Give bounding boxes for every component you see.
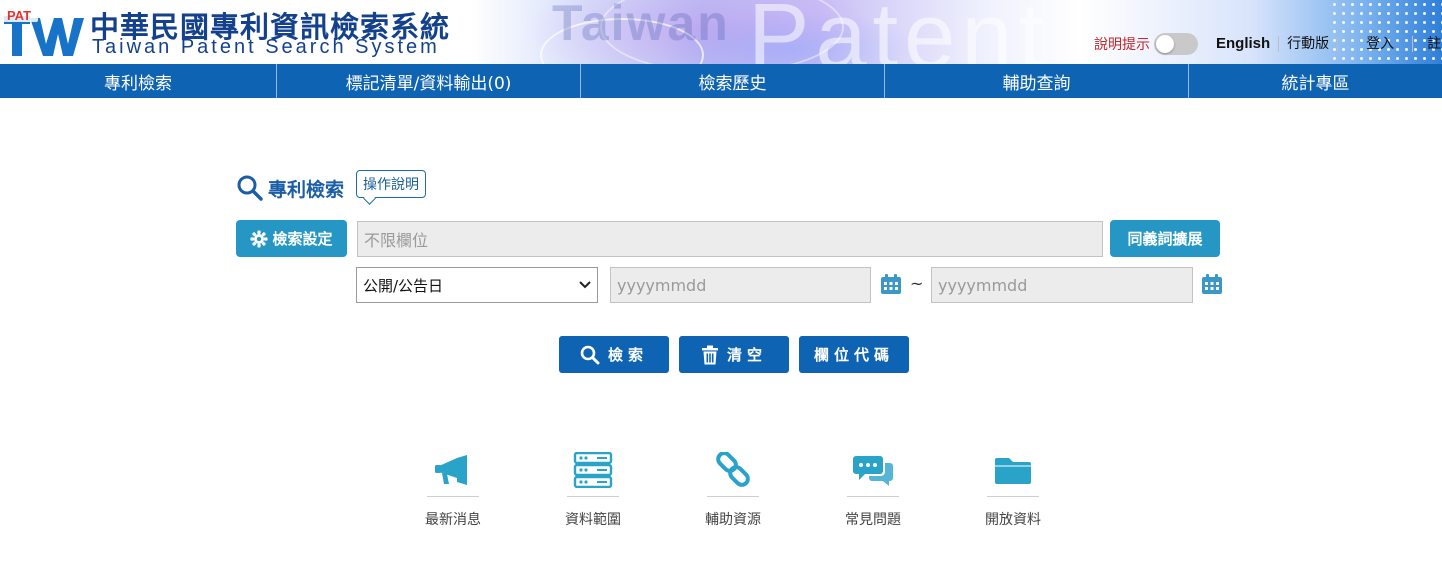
mobile-version-link[interactable]: 行動版 xyxy=(1279,36,1339,52)
toggle-knob xyxy=(1156,35,1174,53)
quick-link-label: 開放資料 xyxy=(985,512,1041,528)
header-banner: Taiwan Patent PAT 中華民國專利資訊檢索系統 Taiwan Pa… xyxy=(0,0,1442,64)
calendar-icon[interactable] xyxy=(1201,273,1223,295)
query-input[interactable]: 不限欄位 xyxy=(357,221,1103,257)
section-title-text: 專利檢索 xyxy=(268,178,345,201)
login-link[interactable]: 登入 xyxy=(1338,36,1414,52)
megaphone-icon xyxy=(435,455,467,485)
search-button[interactable]: 檢索 xyxy=(559,336,669,373)
search-settings-label: 檢索設定 xyxy=(272,230,333,248)
site-logo[interactable]: PAT xyxy=(0,0,84,60)
operation-guide-button[interactable]: 操作說明 xyxy=(356,170,426,198)
quick-link-news[interactable]: 最新消息 xyxy=(413,452,493,529)
search-icon xyxy=(237,175,263,201)
section-title: 專利檢索 xyxy=(236,174,344,202)
main-nav: 專利檢索 標記清單/資料輸出(0) 檢索歷史 輔助查詢 統計專區 xyxy=(0,64,1442,98)
banner-watermark: Taiwan xyxy=(552,0,730,51)
date-from-input[interactable]: yyyymmdd xyxy=(610,267,871,303)
chat-bubbles-icon xyxy=(853,456,893,486)
quick-link-data-scope[interactable]: 資料範圍 xyxy=(553,452,633,529)
english-link[interactable]: English xyxy=(1208,36,1280,52)
search-button-label: 檢索 xyxy=(607,346,648,364)
banner-watermark: Patent xyxy=(748,0,1050,64)
clear-button[interactable]: 清空 xyxy=(679,336,789,373)
synonym-expand-button[interactable]: 同義詞擴展 xyxy=(1110,220,1220,257)
folder-icon xyxy=(995,458,1031,484)
field-code-button[interactable]: 欄位代碼 xyxy=(799,336,909,373)
quick-link-label: 輔助資源 xyxy=(705,512,761,528)
nav-marked-list[interactable]: 標記清單/資料輸出(0) xyxy=(277,64,581,98)
quick-link-faq[interactable]: 常見問題 xyxy=(833,452,913,529)
nav-patent-search[interactable]: 專利檢索 xyxy=(0,64,277,98)
trash-icon xyxy=(701,345,718,364)
server-icon xyxy=(573,452,613,488)
date-field-select[interactable]: 公開/公告日 xyxy=(356,267,598,303)
site-title-en: Taiwan Patent Search System xyxy=(92,36,440,58)
nav-search-history[interactable]: 檢索歷史 xyxy=(581,64,885,98)
nav-auxiliary-query[interactable]: 輔助查詢 xyxy=(885,64,1189,98)
quick-link-label: 常見問題 xyxy=(845,512,901,528)
logo-pat-text: PAT xyxy=(7,8,31,23)
link-icon xyxy=(716,452,750,487)
date-field-selected: 公開/公告日 xyxy=(363,276,444,295)
date-range-separator: ~ xyxy=(910,274,924,293)
help-toggle-label: 說明提示 xyxy=(1094,37,1150,53)
date-to-input[interactable]: yyyymmdd xyxy=(931,267,1193,303)
gear-icon xyxy=(250,229,269,248)
help-toggle-switch[interactable] xyxy=(1154,33,1198,55)
search-icon xyxy=(580,345,600,364)
clear-button-label: 清空 xyxy=(726,346,767,364)
quick-link-open-data[interactable]: 開放資料 xyxy=(973,452,1053,529)
quick-link-label: 資料範圍 xyxy=(565,512,621,528)
search-settings-button[interactable]: 檢索設定 xyxy=(236,220,347,257)
quick-link-resources[interactable]: 輔助資源 xyxy=(693,452,773,529)
quick-link-label: 最新消息 xyxy=(425,512,481,528)
chevron-down-icon xyxy=(579,281,591,289)
calendar-icon[interactable] xyxy=(880,273,902,295)
top-utility-bar: 說明提示 English 行動版 登入 註 xyxy=(1094,32,1442,56)
nav-statistics[interactable]: 統計專區 xyxy=(1189,64,1442,98)
register-link[interactable]: 註 xyxy=(1413,36,1442,52)
